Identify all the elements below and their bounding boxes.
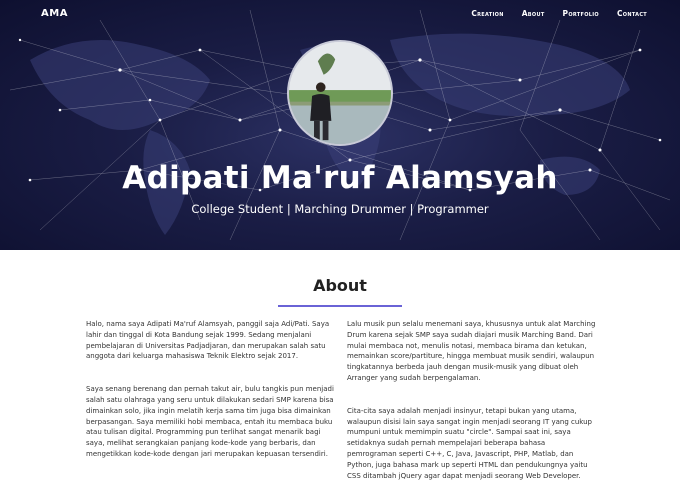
profile-photo <box>287 40 393 146</box>
about-column-right: Lalu musik pun selalu menemani saya, khu… <box>347 319 597 480</box>
hero-section: AMA Creation About Portfolio Contact Adi… <box>0 0 680 250</box>
nav-link-contact[interactable]: Contact <box>617 9 647 18</box>
nav-link-creation[interactable]: Creation <box>471 9 503 18</box>
nav-link-portfolio[interactable]: Portfolio <box>563 9 599 18</box>
about-paragraph: Cita-cita saya adalah menjadi insinyur, … <box>347 406 592 480</box>
brand-logo[interactable]: AMA <box>41 8 68 19</box>
about-paragraph: Halo, nama saya Adipati Ma'ruf Alamsyah,… <box>86 320 330 361</box>
about-paragraph: Lalu musik pun selalu menemani saya, khu… <box>347 320 596 382</box>
top-navbar: AMA Creation About Portfolio Contact <box>0 0 680 30</box>
about-heading: About <box>313 276 367 295</box>
hero-tagline: College Student | Marching Drummer | Pro… <box>191 202 489 216</box>
about-column-left: Halo, nama saya Adipati Ma'ruf Alamsyah,… <box>86 319 334 480</box>
nav-link-about[interactable]: About <box>522 9 545 18</box>
hero-name: Adipati Ma'ruf Alamsyah <box>122 160 558 196</box>
nav-menu: Creation About Portfolio Contact <box>471 9 647 18</box>
about-paragraph: Saya senang berenang dan pernah takut ai… <box>86 385 334 458</box>
about-divider <box>278 305 402 307</box>
